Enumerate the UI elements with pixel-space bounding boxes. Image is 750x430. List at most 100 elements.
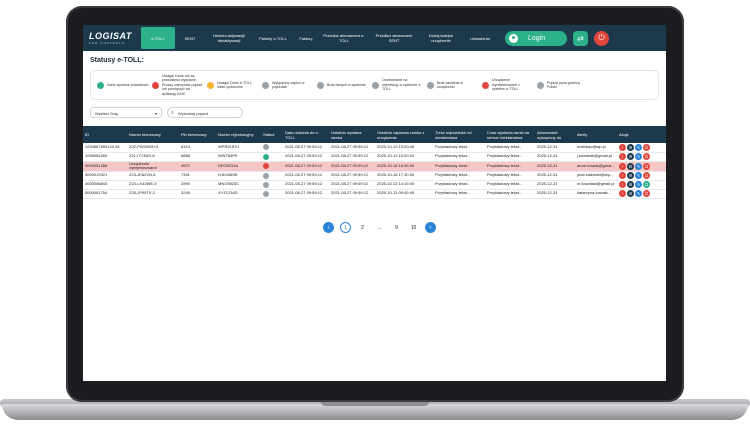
status-legend-item: Uwaga! Dane e-TOLL lekko opóźnione [207,81,259,90]
settings-icon[interactable]: ⚙ [627,162,634,170]
table-row[interactable]: 3000019321 Z23-JK82VN-5 7391 HJK4569B 2021-0… [83,171,666,180]
alert-icon[interactable]: ! [619,162,626,170]
power-icon[interactable]: ⏻ [643,190,650,197]
status-cell [261,143,283,152]
prev-page-button[interactable]: ‹ [323,222,334,233]
cell-resp: Przykładowy tekst... [435,172,471,178]
status-icon [263,144,269,151]
cell-saved: 2025-10-18 17:30:00 [377,172,415,178]
cell-saved: 2025-10-18 15:45:00 [377,162,415,168]
fleet-select[interactable]: Wybierz flotę ▾ [90,107,162,118]
nav-etoll[interactable]: e-TOLL [141,27,175,49]
login-button[interactable]: Login [505,30,567,46]
status-dot-icon [317,81,324,89]
page-number[interactable]: 1 [340,222,351,233]
status-cell [261,152,283,161]
power-icon[interactable]: ⏻ [643,153,650,160]
power-icon[interactable]: ⏻ [643,172,650,179]
power-icon[interactable]: ⏻ [643,162,650,170]
table-row[interactable]: 5000061754 Z25-JP95TX-2 3245 XYZ1234D 2021-0… [83,189,666,198]
nav-invoices[interactable]: Faktury [293,25,319,51]
column-header[interactable]: Numer biznesowy [127,126,179,143]
alert-icon[interactable]: ! [619,181,626,188]
page-number[interactable]: 2 [357,222,368,233]
nav-sent[interactable]: SENT [175,25,205,51]
alert-icon[interactable]: ! [619,153,626,160]
column-header[interactable]: Status [261,126,283,143]
edit-icon[interactable]: ✎ [635,153,642,160]
column-header[interactable]: Ostatnio zapisana ramka z urządzenia [375,126,433,143]
settings-icon[interactable]: ⚙ [627,153,634,160]
table-row[interactable]: 1006084265 Z21-IY74NS-8 8888 WW784PE 2021-08… [83,152,666,161]
edit-icon[interactable]: ✎ [635,143,642,151]
status-dot-icon [482,81,489,89]
nav-extend-sent[interactable]: Przedłuż abonament SENT [369,25,419,51]
cell-reg: HJK4569B [218,172,238,178]
swap-button[interactable]: ⇄ [573,30,588,46]
edit-icon[interactable]: ✎ [635,172,642,179]
table-row[interactable]: 3000051368 Urządzenie wyrejestrowane 4572 D… [83,161,666,171]
cell-saved: 2025-10-13 13:20:45 [377,144,415,149]
cell-reg: DFG8231A [218,162,239,168]
table-row[interactable]: 1234567890123 45 Z22-PW25WH-5 6314 WPR5157U… [83,143,666,152]
settings-icon[interactable]: ⚙ [627,190,634,197]
nav-extend-etoll[interactable]: Przedłuż abonament e-TOLL [319,25,369,51]
nav-add-device[interactable]: Dodaj kolejne urządzenie [419,25,463,51]
column-header[interactable]: Pin biznesowy [179,126,216,143]
column-header[interactable]: Treść odpowiedzi od ministerstwa [433,126,485,143]
column-header[interactable]: Czas wysłania ramki na serwer ministerst… [485,126,535,143]
power-icon[interactable]: ⏻ [643,181,650,188]
alert-icon[interactable]: ! [619,190,626,197]
column-header[interactable]: Data dodania do e-TOLL [283,126,329,143]
status-dot-icon [207,81,214,89]
cell-id: 4000056843 [85,181,108,187]
table-row[interactable]: 4000056843 Z24-LK43WE-5 2890 MNO9823C 2021-0… [83,180,666,189]
status-legend-item: Brak danych w systemie [317,81,369,89]
column-header[interactable]: Numer rejestracyjny [216,126,261,143]
cell-pin: 7391 [181,172,190,178]
edit-icon[interactable]: ✎ [635,162,642,170]
column-header[interactable]: Abonament wykupiony do [535,126,575,143]
settings-icon[interactable]: ⚙ [627,172,634,179]
logout-button[interactable]: ⏻ [594,30,609,46]
chevron-down-icon: ▾ [154,111,157,116]
column-header[interactable]: ID [83,126,127,143]
nav-packages[interactable]: Pakiety e-TOLL [253,25,293,51]
search-input[interactable]: ⌕ Wyszukaj pojazd [167,107,243,118]
pagination: ‹ 1 2... 9 10 › [323,222,436,233]
actions-cell: ! ⚙ ✎ ⏻ [617,161,666,171]
logo[interactable]: LOGISAT FOR CONTROLS [83,25,141,51]
nav-history[interactable]: Historia aktywacji/ dezaktywacji [205,25,253,51]
edit-icon[interactable]: ✎ [635,181,642,188]
actions-cell: ! ⚙ ✎ ⏻ [617,189,666,198]
settings-icon[interactable]: ⚙ [627,143,634,151]
alert-icon[interactable]: ! [619,172,626,179]
power-icon[interactable]: ⏻ [643,143,650,151]
next-page-button[interactable]: › [425,222,436,233]
top-navbar: LOGISAT FOR CONTROLS e-TOLL SENT Histori… [83,25,666,51]
cell-sent: 2021-08-27 09:59:12 [331,190,369,196]
column-header[interactable]: Akcje [617,126,666,143]
status-dot-icon [97,81,104,89]
settings-icon[interactable]: ⚙ [627,181,634,188]
page-number[interactable]: 10 [408,222,419,233]
status-legend-item: Urządzenie wyrejestrowane z systemu e-TO… [482,78,534,91]
actions-cell: ! ⚙ ✎ ⏻ [617,152,666,161]
column-header[interactable]: Alerty [575,126,617,143]
edit-icon[interactable]: ✎ [635,190,642,197]
cell-pin: 8888 [181,153,190,159]
page-number[interactable]: 9 [391,222,402,233]
cell-saved: 2025-10-13 14:15:00 [377,181,415,187]
status-icon [263,153,269,160]
column-header[interactable]: Ostatnio wysłana ramka [329,126,375,143]
table-header-row: ID Numer biznesowy Pin biznesowy Numer reje… [83,126,666,143]
status-legend-label: Uwaga! Dane e-TOLL lekko opóźnione [217,80,252,89]
cell-alert: anna.nowak@gmai... [577,162,615,168]
cell-pin: 6314 [181,144,190,149]
nav-settings[interactable]: Ustawienia [463,25,497,51]
status-legend-item: Oczekiwanie na rejestrację w systemie e-… [372,78,424,91]
alert-icon[interactable]: ! [619,143,626,151]
cell-alert: piotr.zalewski@wp... [577,172,614,178]
status-legend-label: Pojazd poza granicą Polski [547,80,580,89]
cell-id: 3000051368 [85,162,108,168]
